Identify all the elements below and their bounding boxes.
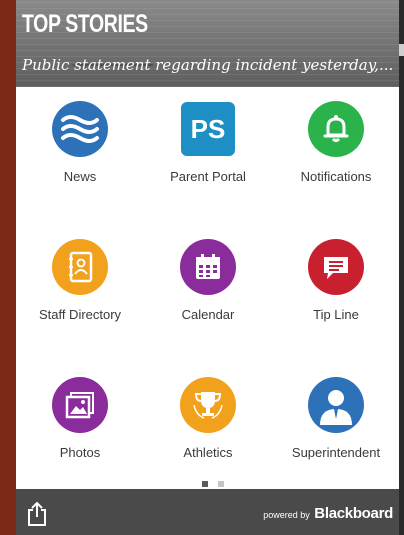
- ps-logo-icon: PS: [181, 102, 235, 156]
- powered-by-text: powered by: [263, 510, 310, 520]
- app-screen: TOP STORIES Public statement regarding i…: [16, 0, 399, 535]
- tile-superintendent[interactable]: Superintendent: [272, 363, 399, 501]
- tile-label: Notifications: [300, 169, 372, 184]
- trophy-icon: [180, 377, 236, 433]
- tile-staff-directory[interactable]: Staff Directory: [16, 225, 144, 363]
- tile-parent-portal[interactable]: PS Parent Portal: [144, 87, 272, 225]
- top-stories-banner[interactable]: TOP STORIES Public statement regarding i…: [16, 0, 399, 87]
- tile-label: Photos: [59, 445, 101, 460]
- person-icon: [308, 377, 364, 433]
- chat-bubble-icon: [308, 239, 364, 295]
- banner-headline[interactable]: Public statement regarding incident yest…: [22, 56, 397, 74]
- page-dot-1[interactable]: [202, 481, 208, 487]
- banner-title: TOP STORIES: [22, 10, 148, 38]
- tile-notifications[interactable]: Notifications: [272, 87, 399, 225]
- address-book-icon: [52, 239, 108, 295]
- share-icon[interactable]: [24, 501, 50, 527]
- tile-label: Calendar: [181, 307, 235, 322]
- edge-strip: [399, 0, 404, 535]
- tile-label: Parent Portal: [170, 169, 246, 184]
- tile-tip-line[interactable]: Tip Line: [272, 225, 399, 363]
- tile-label: Athletics: [183, 445, 233, 460]
- photo-icon: [52, 377, 108, 433]
- page-dot-2[interactable]: [218, 481, 224, 487]
- tile-label: Superintendent: [291, 445, 381, 460]
- tile-photos[interactable]: Photos: [16, 363, 144, 501]
- bell-icon: [308, 101, 364, 157]
- calendar-icon: [180, 239, 236, 295]
- powered-by-blackboard[interactable]: powered by Blackboard: [263, 505, 393, 522]
- bottom-bar: powered by Blackboard: [16, 489, 399, 535]
- tile-calendar[interactable]: Calendar: [144, 225, 272, 363]
- edge-mark: [399, 44, 404, 56]
- blackboard-brand: Blackboard: [314, 505, 393, 522]
- tile-label: Tip Line: [313, 307, 359, 322]
- tile-news[interactable]: News: [16, 87, 144, 225]
- waves-icon: [52, 101, 108, 157]
- tile-label: News: [63, 169, 97, 184]
- tile-label: Staff Directory: [38, 307, 122, 322]
